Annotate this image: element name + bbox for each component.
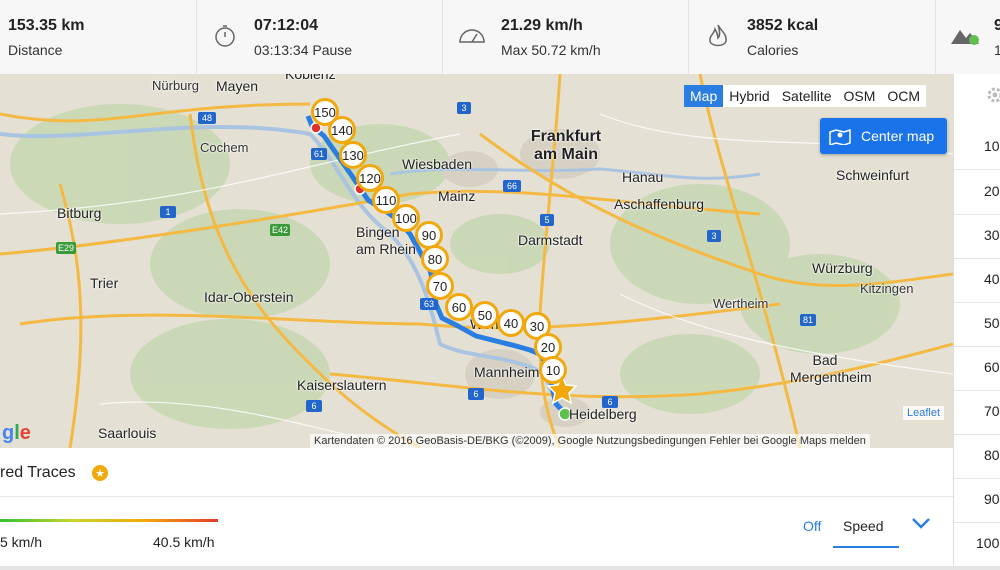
city-label: Frankfurt am Main xyxy=(530,128,602,163)
city-label: Darmstadt xyxy=(518,232,583,248)
city-label: Bitburg xyxy=(57,205,102,221)
svg-text:48: 48 xyxy=(202,113,212,123)
city-label: Hanau xyxy=(622,169,664,185)
city-label: Kitzingen xyxy=(860,281,914,296)
list-item: 80 xyxy=(954,434,1000,479)
stat-elevation: 9 1 xyxy=(936,0,1000,74)
city-label: Saarlouis xyxy=(98,425,157,441)
svg-text:1: 1 xyxy=(165,207,170,217)
city-label: Mainz xyxy=(438,188,476,204)
map-pin-icon xyxy=(829,128,851,145)
city-label: Würzburg xyxy=(812,260,873,276)
city-label: Schweinfurt xyxy=(836,167,910,183)
elevation-value: 9 xyxy=(994,17,1000,34)
route-map[interactable]: 48 3 66 61 5 63 81 3 E42 E29 1 6 6 6 Nür… xyxy=(0,74,953,448)
color-option-off[interactable]: Off xyxy=(803,518,821,534)
map-type-osm[interactable]: OSM xyxy=(838,85,882,107)
distance-value: 153.35 km xyxy=(8,17,85,34)
speedometer-icon xyxy=(457,24,487,53)
pause-label: 03:13:34 Pause xyxy=(254,42,353,58)
calories-value: 3852 kcal xyxy=(747,17,819,34)
list-item: 100 xyxy=(976,535,1000,551)
right-panel: 10 20 30 40 50 60 70 80 90 100 xyxy=(953,74,1000,570)
city-label: Cochem xyxy=(200,140,249,155)
city-label: Idar-Oberstein xyxy=(204,289,294,305)
city-label: Wiesbaden xyxy=(402,156,473,172)
svg-text:E29: E29 xyxy=(58,243,74,253)
list-item: 40 xyxy=(954,258,1000,303)
center-map-button[interactable]: Center map xyxy=(820,118,947,154)
stat-calories: 3852 kcal Calories xyxy=(689,0,936,74)
elevation-label: 1 xyxy=(994,42,1000,58)
max-speed-label: Max 50.72 km/h xyxy=(501,42,601,58)
city-label: Nürburg xyxy=(152,78,199,93)
distance-label: Distance xyxy=(8,42,63,58)
svg-text:61: 61 xyxy=(314,149,324,159)
svg-text:3: 3 xyxy=(711,231,716,241)
km-marker[interactable]: 50 xyxy=(471,301,499,329)
city-label: Aschaffenburg xyxy=(614,196,705,212)
stat-speed: 21.29 km/h Max 50.72 km/h xyxy=(443,0,689,74)
google-logo: gle xyxy=(2,422,31,444)
divider xyxy=(0,566,1000,570)
map-type-map[interactable]: Map xyxy=(684,85,724,107)
list-item: 30 xyxy=(954,214,1000,259)
time-value: 07:12:04 xyxy=(254,17,319,34)
mountain-icon xyxy=(950,24,980,51)
map-type-satellite[interactable]: Satellite xyxy=(776,85,838,107)
map-type-ocm[interactable]: OCM xyxy=(881,85,926,107)
speed-value: 21.29 km/h xyxy=(501,17,583,34)
km-marker[interactable]: 10 xyxy=(539,356,567,384)
km-marker[interactable]: 80 xyxy=(421,245,449,273)
map-type-hybrid[interactable]: Hybrid xyxy=(723,85,775,107)
svg-text:66: 66 xyxy=(507,181,517,191)
svg-text:E42: E42 xyxy=(272,225,288,235)
traces-header: red Traces ★ xyxy=(0,448,953,497)
map-attribution[interactable]: Kartendaten © 2016 GeoBasis-DE/BKG (©200… xyxy=(310,434,870,448)
list-item: 70 xyxy=(954,390,1000,435)
legend-max: 40.5 km/h xyxy=(153,534,215,550)
city-label: Mayen xyxy=(216,78,259,94)
km-marker[interactable]: 40 xyxy=(497,309,525,337)
leaflet-link[interactable]: Leaflet xyxy=(903,406,945,420)
stats-bar: 153.35 km Distance 07:12:04 03:13:34 Pau… xyxy=(0,0,1000,75)
city-label: Mannheim xyxy=(474,364,540,380)
city-label: Trier xyxy=(90,275,119,291)
star-icon: ★ xyxy=(92,465,108,481)
map-tiles: 48 3 66 61 5 63 81 3 E42 E29 1 6 6 6 xyxy=(0,74,953,448)
chevron-down-icon[interactable] xyxy=(910,516,932,535)
svg-text:63: 63 xyxy=(424,299,434,309)
svg-text:6: 6 xyxy=(473,389,478,399)
km-marker[interactable]: 60 xyxy=(445,293,473,321)
legend-min: 5 km/h xyxy=(0,534,43,550)
svg-text:5: 5 xyxy=(544,215,549,225)
speed-gradient-legend xyxy=(0,519,218,522)
list-item: 90 xyxy=(954,478,1000,523)
flame-icon xyxy=(707,24,729,55)
list-item: 60 xyxy=(954,346,1000,391)
stat-distance: 153.35 km Distance xyxy=(0,0,197,74)
traces-title: red Traces xyxy=(0,464,76,481)
center-map-label: Center map xyxy=(861,128,935,144)
svg-text:6: 6 xyxy=(311,401,316,411)
calories-label: Calories xyxy=(747,42,799,58)
city-label: Heidelberg xyxy=(569,406,637,422)
stopwatch-icon xyxy=(213,24,237,53)
list-item: 10 xyxy=(954,125,1000,170)
list-item: 50 xyxy=(954,302,1000,347)
city-label: Bad Mergentheim xyxy=(790,352,872,385)
svg-text:81: 81 xyxy=(803,315,813,325)
map-type-switcher: Map Hybrid Satellite OSM OCM xyxy=(684,85,927,107)
km-marker[interactable]: 140 xyxy=(328,116,356,144)
list-item: 20 xyxy=(954,170,1000,215)
stat-time: 07:12:04 03:13:34 Pause xyxy=(197,0,443,74)
city-label: Koblenz xyxy=(285,74,336,82)
color-option-speed[interactable]: Speed xyxy=(833,508,899,548)
city-label: Wertheim xyxy=(713,296,769,311)
gear-icon[interactable] xyxy=(986,86,1000,109)
city-label: Kaiserslautern xyxy=(297,377,387,393)
svg-text:3: 3 xyxy=(461,103,466,113)
